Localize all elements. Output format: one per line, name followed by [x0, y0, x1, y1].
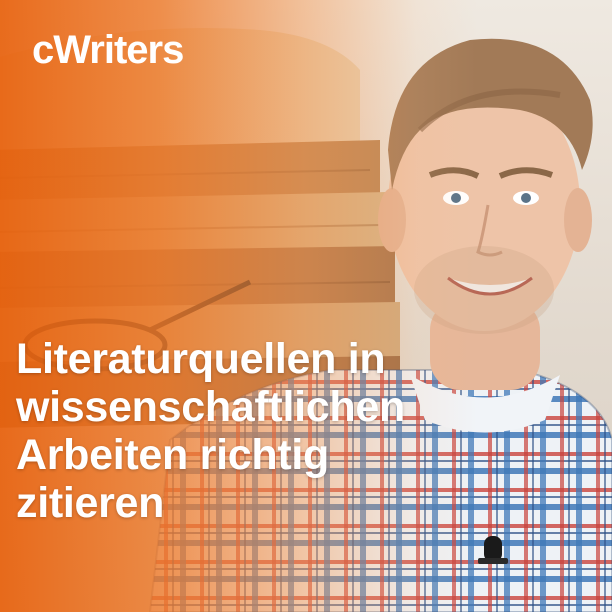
video-thumbnail[interactable]: cWriters Literaturquellen in wissenschaf… [0, 0, 612, 612]
title-line: wissenschaftlichen [16, 383, 405, 431]
title-line: zitieren [16, 479, 165, 527]
cwriters-logo[interactable]: cWriters [32, 30, 184, 70]
video-title: Literaturquellen in wissenschaftlichen A… [16, 335, 576, 527]
title-line: Arbeiten richtig [16, 431, 329, 479]
title-line: Literaturquellen in [16, 335, 386, 383]
